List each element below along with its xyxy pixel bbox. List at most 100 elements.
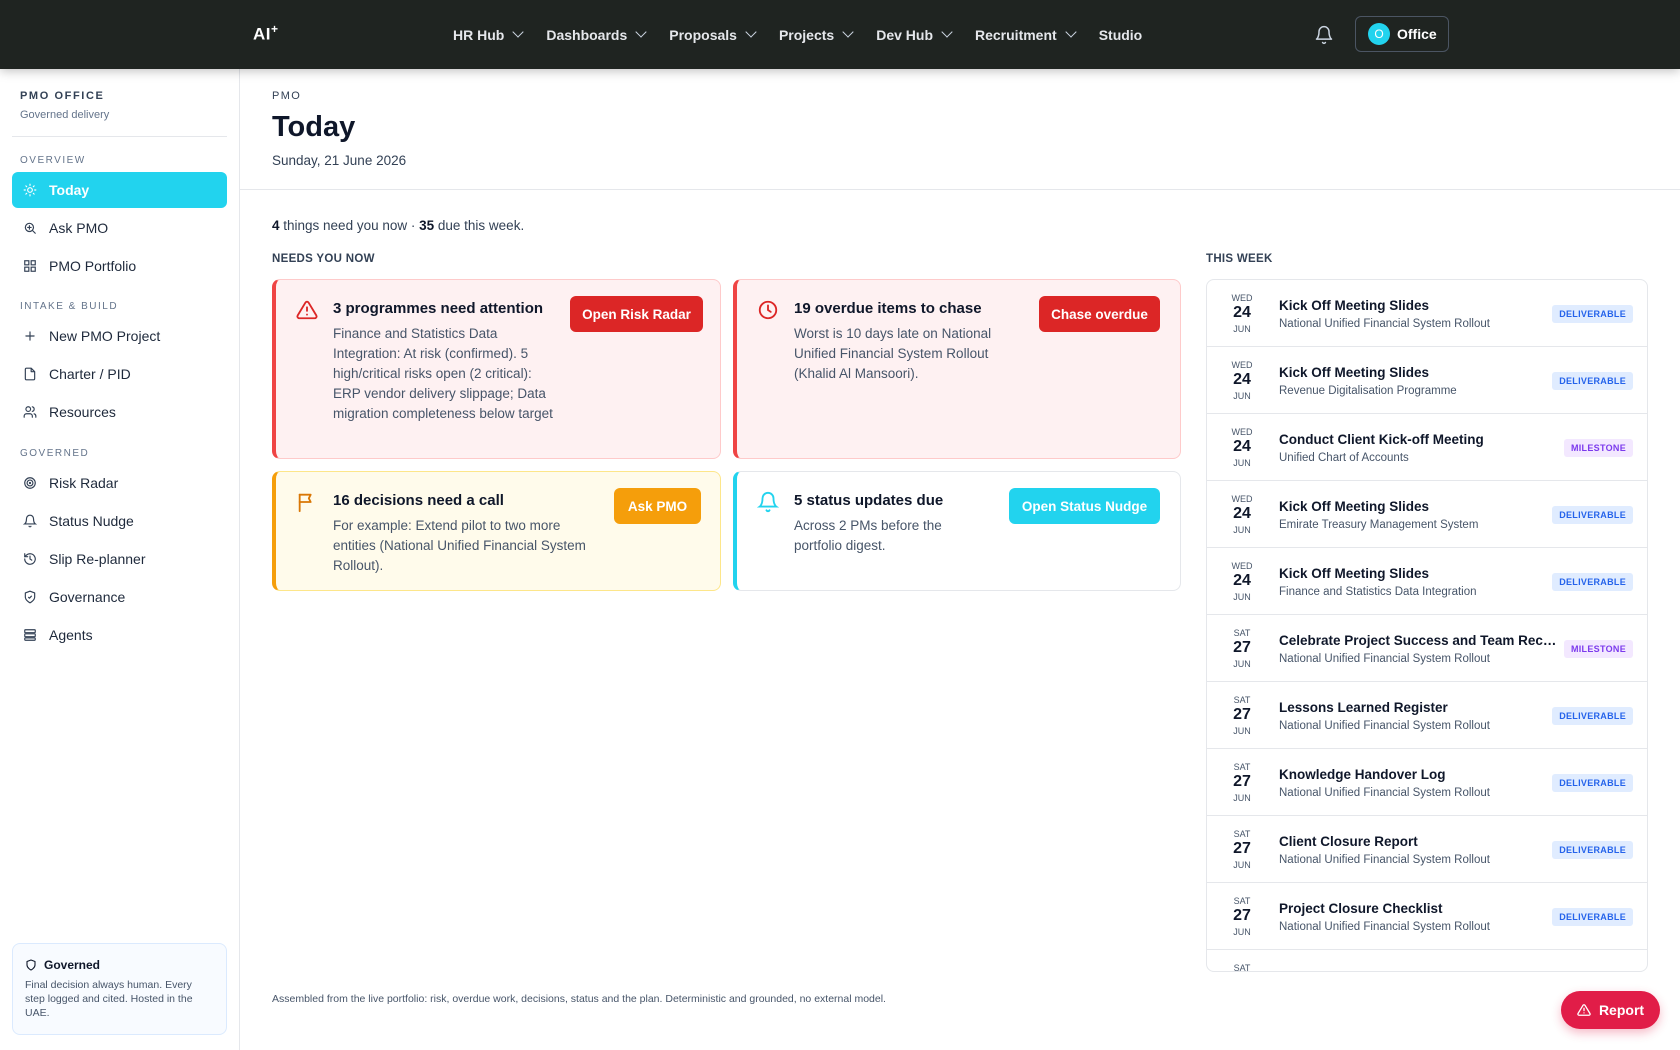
history-icon [24, 553, 36, 565]
document-icon [24, 367, 36, 381]
item-project: National Unified Financial System Rollou… [1279, 720, 1490, 732]
summary-line: 4 things need you now · 35 due this week… [272, 218, 525, 233]
sidebar-item-ask-pmo[interactable]: Ask PMO [12, 210, 227, 246]
month: JUN [1233, 927, 1251, 937]
list-item[interactable]: SAT [1207, 950, 1647, 971]
notifications-bell-icon[interactable] [1314, 24, 1334, 46]
governed-heading: Governed [25, 958, 214, 972]
nav-projects[interactable]: Projects [779, 26, 854, 43]
list-item[interactable]: WED 24 JUN Kick Off Meeting Slides Finan… [1207, 548, 1647, 615]
sidebar-item-charter-pid[interactable]: Charter / PID [12, 356, 227, 392]
card-body: For example: Extend pilot to two more en… [333, 518, 586, 573]
sidebar-item-label: Governance [49, 589, 126, 605]
chevron-down-icon [512, 26, 524, 38]
main-nav: HR Hub Dashboards Proposals Projects Dev… [453, 0, 1166, 69]
nav-recruitment[interactable]: Recruitment [975, 26, 1077, 43]
nav-proposals[interactable]: Proposals [669, 26, 757, 43]
status-updates-card: 5 status updates due Across 2 PMs before… [733, 471, 1181, 591]
month: JUN [1233, 726, 1251, 736]
item-project: Unified Chart of Accounts [1279, 452, 1409, 464]
sidebar-item-risk-radar[interactable]: Risk Radar [12, 465, 227, 501]
day-of-week: SAT [1233, 695, 1251, 705]
sidebar-item-today[interactable]: Today [12, 172, 227, 208]
item-title: Kick Off Meeting Slides [1279, 365, 1430, 380]
needs-you-now-heading: NEEDS YOU NOW [272, 253, 375, 265]
sidebar-item-pmo-portfolio[interactable]: PMO Portfolio [12, 248, 227, 284]
nav-hr-hub[interactable]: HR Hub [453, 26, 524, 43]
open-status-nudge-button[interactable]: Open Status Nudge [1009, 488, 1160, 524]
type-badge: DELIVERABLE [1552, 908, 1633, 926]
nav-studio[interactable]: Studio [1099, 27, 1143, 43]
bell-icon [23, 514, 37, 528]
this-week-list[interactable]: WED 24 JUN Kick Off Meeting Slides Natio… [1206, 279, 1648, 972]
list-item[interactable]: SAT 27 JUN Knowledge Handover Log Nation… [1207, 749, 1647, 816]
month: JUN [1233, 659, 1251, 669]
day-of-week: WED [1231, 494, 1253, 504]
page-title: Today [272, 111, 356, 143]
card-title: 5 status updates due [794, 492, 944, 509]
list-item[interactable]: SAT 27 JUN Celebrate Project Success and… [1207, 615, 1647, 682]
sidebar-item-resources[interactable]: Resources [12, 394, 227, 430]
list-item[interactable]: WED 24 JUN Kick Off Meeting Slides Natio… [1207, 280, 1647, 347]
shield-icon [26, 959, 36, 971]
office-switcher-button[interactable]: O Office [1355, 16, 1449, 52]
top-navigation-bar: AI+ HR Hub Dashboards Proposals Projects… [0, 0, 1680, 69]
type-badge: DELIVERABLE [1552, 372, 1633, 390]
item-title: Project Closure Checklist [1279, 901, 1443, 916]
grid-icon [24, 260, 36, 272]
nav-dev-hub[interactable]: Dev Hub [876, 26, 953, 43]
sidebar-item-label: Slip Re-planner [49, 551, 146, 567]
sidebar-subtitle: Governed delivery [20, 109, 110, 121]
this-week-heading: THIS WEEK [1206, 253, 1273, 265]
list-item[interactable]: SAT 27 JUN Client Closure Report Nationa… [1207, 816, 1647, 883]
office-label: Office [1397, 26, 1437, 42]
ask-pmo-button[interactable]: Ask PMO [614, 488, 701, 524]
header-divider [240, 189, 1680, 190]
item-project: National Unified Financial System Rollou… [1279, 921, 1490, 933]
sidebar-title: PMO OFFICE [20, 90, 105, 102]
chevron-down-icon [941, 26, 953, 38]
item-title: Kick Off Meeting Slides [1279, 566, 1430, 581]
item-title: Kick Off Meeting Slides [1279, 298, 1430, 313]
type-badge: DELIVERABLE [1552, 841, 1633, 859]
card-body: Finance and Statistics Data Integration:… [333, 326, 553, 421]
sidebar-item-new-pmo-project[interactable]: New PMO Project [12, 318, 227, 354]
sidebar-item-slip-re-planner[interactable]: Slip Re-planner [12, 541, 227, 577]
month: JUN [1233, 860, 1251, 870]
sidebar-divider [12, 136, 227, 137]
list-item[interactable]: WED 24 JUN Kick Off Meeting Slides Emira… [1207, 481, 1647, 548]
flag-icon [298, 493, 312, 513]
nav-dashboards[interactable]: Dashboards [546, 26, 647, 43]
day-of-week: WED [1231, 293, 1253, 303]
list-item[interactable]: WED 24 JUN Kick Off Meeting Slides Reven… [1207, 347, 1647, 414]
sidebar-item-agents[interactable]: Agents [12, 617, 227, 653]
chase-overdue-button[interactable]: Chase overdue [1039, 296, 1160, 332]
open-risk-radar-button[interactable]: Open Risk Radar [570, 296, 703, 332]
overdue-items-card: 19 overdue items to chase Worst is 10 da… [733, 279, 1181, 459]
report-label: Report [1598, 1002, 1645, 1018]
list-item[interactable]: WED 24 JUN Conduct Client Kick-off Meeti… [1207, 414, 1647, 481]
day-of-week: WED [1231, 561, 1253, 571]
list-item[interactable]: SAT 27 JUN Lessons Learned Register Nati… [1207, 682, 1647, 749]
month: JUN [1233, 324, 1251, 334]
day-number: 27 [1233, 840, 1251, 857]
sidebar-item-label: Status Nudge [49, 513, 134, 529]
item-title: Kick Off Meeting Slides [1279, 499, 1430, 514]
type-badge: DELIVERABLE [1552, 305, 1633, 323]
type-badge: MILESTONE [1563, 640, 1633, 658]
radar-icon [24, 477, 36, 489]
clock-icon [758, 300, 778, 320]
item-project: Revenue Digitalisation Programme [1279, 385, 1457, 397]
sidebar-item-status-nudge[interactable]: Status Nudge [12, 503, 227, 539]
app-logo[interactable]: AI+ [253, 22, 279, 45]
warning-icon [1577, 1004, 1591, 1016]
sidebar-item-label: Ask PMO [49, 220, 109, 236]
list-item[interactable]: SAT 27 JUN Project Closure Checklist Nat… [1207, 883, 1647, 950]
item-title: Client Closure Report [1279, 834, 1418, 849]
day-number: 24 [1233, 304, 1251, 321]
report-button[interactable]: Report [1561, 991, 1660, 1029]
day-of-week: SAT [1233, 829, 1251, 839]
sidebar-item-governance[interactable]: Governance [12, 579, 227, 615]
sidebar-item-label: Charter / PID [49, 366, 131, 382]
type-badge: DELIVERABLE [1552, 506, 1633, 524]
